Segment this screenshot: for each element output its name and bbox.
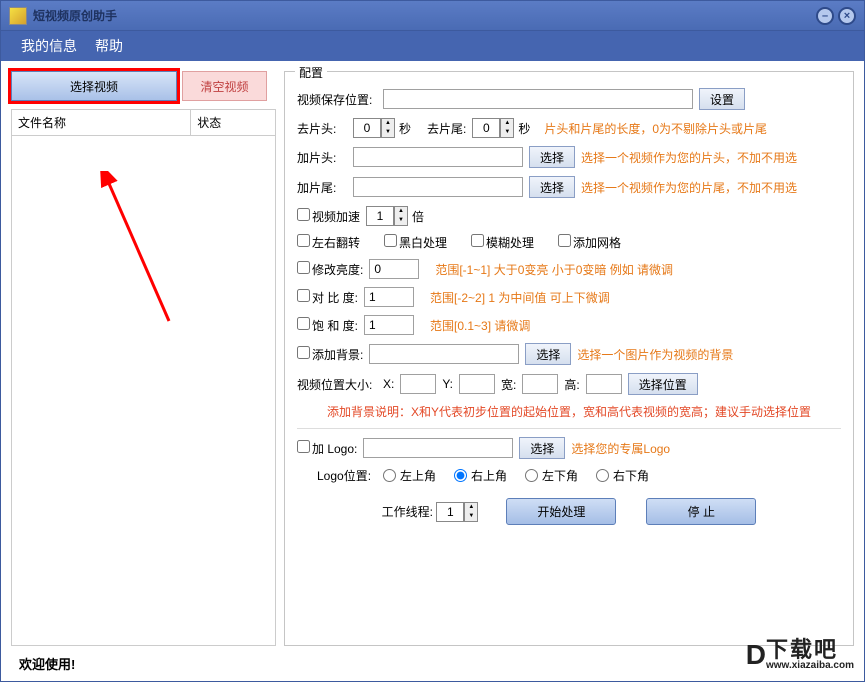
add-tail-input[interactable] bbox=[353, 177, 523, 197]
logo-tr-label: 右上角 bbox=[471, 467, 507, 484]
pos-label: 视频位置大小: bbox=[297, 376, 377, 393]
speed-input[interactable] bbox=[366, 206, 394, 226]
trim-tail-label: 去片尾: bbox=[427, 120, 466, 137]
brightness-hint: 范围[-1~1] 大于0变亮 小于0变暗 例如 请微调 bbox=[435, 261, 673, 278]
config-group-label: 配置 bbox=[295, 64, 327, 81]
start-button[interactable]: 开始处理 bbox=[506, 498, 616, 525]
contrast-checkbox[interactable] bbox=[297, 289, 310, 302]
bg-input[interactable] bbox=[369, 344, 519, 364]
add-tail-hint: 选择一个视频作为您的片尾，不加不用选 bbox=[581, 179, 797, 196]
spin-down-icon[interactable]: ▼ bbox=[501, 128, 513, 137]
minimize-button[interactable]: – bbox=[816, 7, 834, 25]
clear-video-button[interactable]: 清空视频 bbox=[182, 71, 267, 101]
pos-x-input[interactable] bbox=[400, 374, 436, 394]
logo-tl-label: 左上角 bbox=[400, 467, 436, 484]
logo-bl-label: 左下角 bbox=[542, 467, 578, 484]
bw-checkbox[interactable] bbox=[384, 234, 397, 247]
choose-logo-button[interactable]: 选择 bbox=[519, 437, 565, 459]
stop-button[interactable]: 停 止 bbox=[646, 498, 756, 525]
flip-label: 左右翻转 bbox=[312, 236, 360, 250]
blur-checkbox[interactable] bbox=[471, 234, 484, 247]
menu-myinfo[interactable]: 我的信息 bbox=[21, 36, 77, 56]
bg-hint: 选择一个图片作为视频的背景 bbox=[577, 346, 733, 363]
add-head-hint: 选择一个视频作为您的片头，不加不用选 bbox=[581, 149, 797, 166]
logo-hint: 选择您的专属Logo bbox=[571, 440, 670, 457]
file-list[interactable] bbox=[11, 136, 276, 646]
add-head-label: 加片头: bbox=[297, 149, 347, 166]
contrast-hint: 范围[-2~2] 1 为中间值 可上下微调 bbox=[430, 289, 610, 306]
spin-down-icon[interactable]: ▼ bbox=[465, 512, 477, 521]
pos-w-input[interactable] bbox=[522, 374, 558, 394]
brightness-label: 修改亮度: bbox=[312, 263, 363, 277]
pos-y-label: Y: bbox=[442, 377, 453, 391]
flip-checkbox[interactable] bbox=[297, 234, 310, 247]
logo-tl-radio[interactable] bbox=[383, 469, 396, 482]
trim-head-label: 去片头: bbox=[297, 120, 347, 137]
brightness-input[interactable] bbox=[369, 259, 419, 279]
pos-x-label: X: bbox=[383, 377, 394, 391]
speed-label: 视频加速 bbox=[312, 210, 360, 224]
select-video-button[interactable]: 选择视频 bbox=[11, 71, 177, 101]
spin-up-icon[interactable]: ▲ bbox=[382, 119, 394, 128]
watermark: D 下载吧 www.xiazaiba.com bbox=[746, 639, 854, 671]
bg-note: 添加背景说明：X和Y代表初步位置的起始位置，宽和高代表视频的宽高；建议手动选择位… bbox=[327, 403, 811, 420]
column-filename[interactable]: 文件名称 bbox=[12, 110, 191, 136]
saturation-input[interactable] bbox=[364, 315, 414, 335]
saturation-label: 饱 和 度: bbox=[312, 319, 358, 333]
choose-head-button[interactable]: 选择 bbox=[529, 146, 575, 168]
save-location-label: 视频保存位置: bbox=[297, 91, 377, 108]
worker-label: 工作线程: bbox=[382, 505, 433, 519]
pos-h-label: 高: bbox=[564, 376, 579, 393]
logo-input[interactable] bbox=[363, 438, 513, 458]
column-status[interactable]: 状态 bbox=[191, 110, 276, 136]
saturation-hint: 范围[0.1~3] 请微调 bbox=[430, 317, 530, 334]
trim-hint: 片头和片尾的长度，0为不剔除片头或片尾 bbox=[544, 120, 767, 137]
spin-up-icon[interactable]: ▲ bbox=[501, 119, 513, 128]
bw-label: 黑白处理 bbox=[399, 236, 447, 250]
worker-input[interactable] bbox=[436, 502, 464, 522]
spin-up-icon[interactable]: ▲ bbox=[465, 503, 477, 512]
save-location-input[interactable] bbox=[383, 89, 693, 109]
logo-checkbox[interactable] bbox=[297, 440, 310, 453]
speed-checkbox[interactable] bbox=[297, 208, 310, 221]
add-head-input[interactable] bbox=[353, 147, 523, 167]
add-tail-label: 加片尾: bbox=[297, 179, 347, 196]
status-text: 欢迎使用! bbox=[1, 646, 864, 681]
set-location-button[interactable]: 设置 bbox=[699, 88, 745, 110]
spin-down-icon[interactable]: ▼ bbox=[395, 216, 407, 225]
choose-position-button[interactable]: 选择位置 bbox=[628, 373, 698, 395]
saturation-checkbox[interactable] bbox=[297, 317, 310, 330]
speed-unit: 倍 bbox=[412, 208, 424, 225]
contrast-input[interactable] bbox=[364, 287, 414, 307]
grid-label: 添加网格 bbox=[573, 236, 621, 250]
grid-checkbox[interactable] bbox=[558, 234, 571, 247]
trim-tail-unit: 秒 bbox=[518, 120, 530, 137]
trim-head-unit: 秒 bbox=[399, 120, 411, 137]
bg-label: 添加背景: bbox=[312, 348, 363, 362]
logo-pos-label: Logo位置: bbox=[317, 467, 377, 484]
trim-tail-input[interactable] bbox=[472, 118, 500, 138]
app-icon bbox=[9, 7, 27, 25]
choose-bg-button[interactable]: 选择 bbox=[525, 343, 571, 365]
spin-down-icon[interactable]: ▼ bbox=[382, 128, 394, 137]
pos-y-input[interactable] bbox=[459, 374, 495, 394]
logo-bl-radio[interactable] bbox=[525, 469, 538, 482]
logo-label: 加 Logo: bbox=[312, 442, 357, 456]
contrast-label: 对 比 度: bbox=[312, 291, 358, 305]
brightness-checkbox[interactable] bbox=[297, 261, 310, 274]
spin-up-icon[interactable]: ▲ bbox=[395, 207, 407, 216]
bg-checkbox[interactable] bbox=[297, 346, 310, 359]
trim-head-input[interactable] bbox=[353, 118, 381, 138]
pos-h-input[interactable] bbox=[586, 374, 622, 394]
logo-br-label: 右下角 bbox=[613, 467, 649, 484]
pos-w-label: 宽: bbox=[501, 376, 516, 393]
choose-tail-button[interactable]: 选择 bbox=[529, 176, 575, 198]
window-title: 短视频原创助手 bbox=[33, 7, 812, 24]
close-button[interactable]: × bbox=[838, 7, 856, 25]
logo-br-radio[interactable] bbox=[596, 469, 609, 482]
logo-tr-radio[interactable] bbox=[454, 469, 467, 482]
menu-help[interactable]: 帮助 bbox=[95, 36, 123, 56]
blur-label: 模糊处理 bbox=[486, 236, 534, 250]
